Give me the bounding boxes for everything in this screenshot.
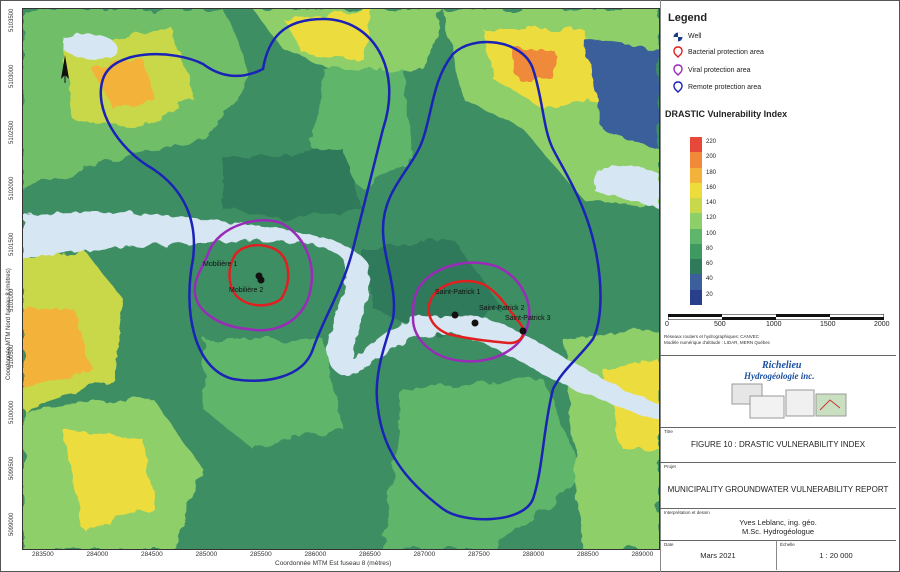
x-tick-label: 286000: [304, 551, 327, 558]
ramp-label: 120: [706, 215, 717, 222]
y-tick-label: 5102000: [9, 176, 15, 200]
legend-item-well: Well: [688, 33, 702, 40]
ramp-swatch: [690, 228, 702, 244]
ramp-label: 200: [706, 154, 717, 161]
y-tick-label: 5103000: [9, 64, 15, 88]
ramp-label: 180: [706, 169, 717, 176]
scale-label-2000: 2000: [874, 321, 890, 328]
map-canvas: [23, 9, 659, 549]
y-axis-title: Coordonnée MTM Nord fuseau 8 (mètres): [6, 268, 12, 380]
scale-value: 1 : 20 000: [819, 551, 853, 560]
scale-label-1000: 1000: [766, 321, 782, 328]
ramp-swatch: [690, 137, 702, 153]
well-label-saint-patrick-2: Saint-Patrick 2: [479, 305, 525, 312]
well-mobiliere-2: [257, 276, 265, 284]
well-icon: [673, 32, 683, 42]
ramp-label: 40: [706, 276, 713, 283]
data-sources: Réseaux routiers et hydrographiques: CAN…: [664, 334, 770, 346]
drastic-map[interactable]: Mobilière 1 Mobilière 2 Saint-Patrick 1 …: [22, 8, 660, 550]
x-tick-label: 283500: [32, 551, 54, 558]
x-tick-label: 287000: [413, 551, 436, 558]
logo-line-1: Richelieu: [762, 360, 802, 371]
x-axis-title: Coordonnée MTM Est fuseau 8 (mètres): [275, 560, 392, 567]
well-saint-patrick-3: [519, 327, 527, 335]
ramp-label: 220: [706, 139, 717, 145]
ramp-swatch: [690, 167, 702, 183]
bacterial-area-icon: [673, 46, 683, 58]
ramp-label: 60: [706, 261, 713, 268]
project-box-label: Projet: [664, 464, 676, 469]
ramp-label: 20: [706, 291, 713, 298]
well-saint-patrick-2: [471, 319, 479, 327]
ramp-swatch: [690, 259, 702, 275]
remote-area-icon: [673, 81, 683, 93]
ramp-swatch: [690, 182, 702, 199]
scale-label-1500: 1500: [820, 321, 836, 328]
legend-item-bacterial: Bacterial protection area: [688, 49, 764, 56]
logo-graphic: [731, 383, 847, 419]
ramp-swatch: [690, 198, 702, 214]
well-saint-patrick-1: [451, 311, 459, 319]
well-label-mobiliere-1: Mobilière 1: [203, 261, 238, 268]
date-value: Mars 2021: [700, 551, 736, 560]
x-tick-label: 285500: [250, 551, 272, 558]
title-box-label: Titre: [664, 429, 673, 434]
source-line-2: Modèle numérique d'altitude : LIDAR, MER…: [664, 340, 771, 345]
ramp-swatch: [690, 243, 702, 260]
legend-title: Legend: [668, 12, 708, 24]
well-label-saint-patrick-3: Saint-Patrick 3: [505, 315, 551, 322]
x-tick-label: 284500: [141, 551, 163, 558]
x-tick-label: 288000: [522, 551, 545, 558]
scale-label-0: 0: [665, 321, 669, 328]
y-tick-label: 5103500: [9, 8, 15, 32]
ramp-swatch: [690, 289, 702, 305]
y-tick-label: 5099500: [9, 456, 15, 480]
legend-item-remote: Remote protection area: [688, 84, 762, 91]
x-tick-label: 285000: [195, 551, 218, 558]
x-tick-label: 289000: [631, 551, 654, 558]
y-tick-label: 5099000: [9, 512, 15, 536]
ramp-swatch: [690, 152, 702, 168]
author-name: Yves Leblanc, ing. géo.: [739, 518, 817, 527]
drastic-color-ramp: [690, 137, 702, 305]
author-title: M.Sc. Hydrogéologue: [741, 527, 815, 536]
scale-box-label: Échelle: [780, 542, 795, 547]
x-tick-label: 287500: [468, 551, 490, 558]
scale-bar: [668, 314, 884, 320]
y-tick-label: 5100000: [9, 400, 15, 424]
legend-item-viral: Viral protection area: [688, 67, 751, 74]
project-title: MUNICIPALITY GROUNDWATER VULNERABILITY R…: [667, 485, 889, 494]
ramp-label: 100: [706, 230, 717, 237]
well-label-saint-patrick-1: Saint-Patrick 1: [435, 289, 481, 296]
drastic-legend-title: DRASTIC Vulnerability Index: [665, 109, 788, 119]
ramp-label: 140: [706, 200, 717, 207]
ramp-swatch: [690, 274, 702, 290]
x-tick-label: 284000: [86, 551, 109, 558]
logo-line-2: Hydrogéologie inc.: [744, 371, 815, 381]
date-label: Date: [664, 542, 674, 547]
author-box-label: Interprétation et dessin: [664, 510, 710, 515]
ramp-swatch: [690, 213, 702, 229]
ramp-label: 80: [706, 245, 713, 252]
x-tick-label: 288500: [577, 551, 599, 558]
y-tick-label: 5102500: [9, 120, 15, 144]
y-tick-label: 5101500: [9, 232, 15, 256]
ramp-label: 160: [706, 184, 717, 191]
figure-title: FIGURE 10 : DRASTIC VULNERABILITY INDEX: [690, 440, 866, 449]
scale-label-500: 500: [714, 321, 726, 328]
well-label-mobiliere-2: Mobilière 2: [229, 287, 264, 294]
x-tick-label: 286500: [359, 551, 381, 558]
viral-area-icon: [673, 64, 683, 76]
